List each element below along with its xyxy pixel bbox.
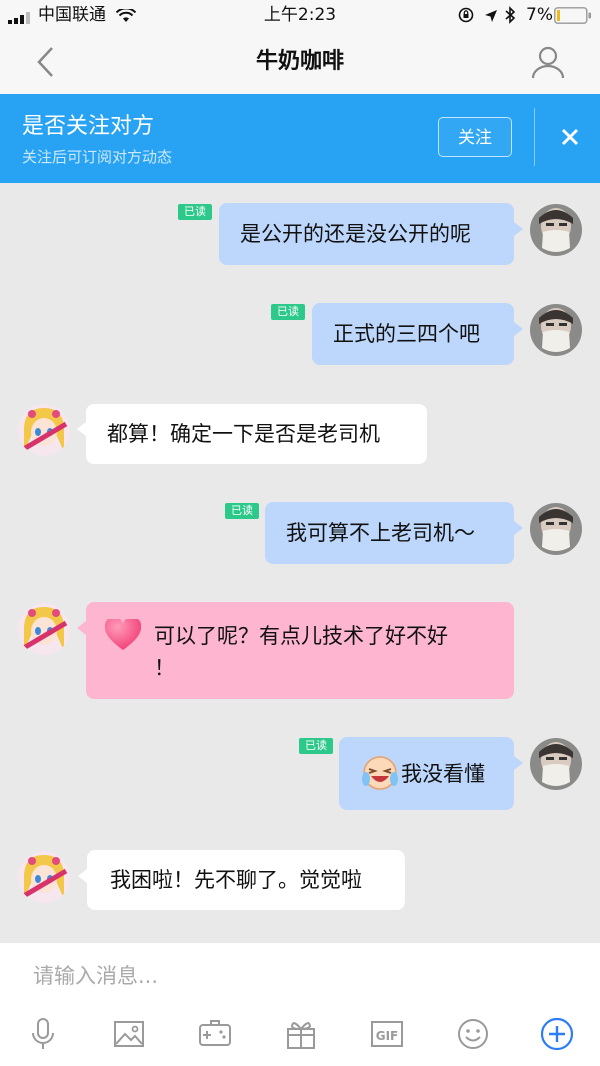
message-bubble-me[interactable]: 正式的三四个吧 — [312, 303, 514, 365]
message-bubble-special[interactable]: 可以了呢？有点儿技术了好不好 ！ — [86, 602, 514, 699]
banner-subtitle: 关注后可订阅对方动态 — [22, 148, 173, 166]
message-bubble-me[interactable]: 是公开的还是没公开的呢 — [219, 203, 514, 265]
contact-avatar[interactable] — [18, 851, 70, 903]
image-icon[interactable] — [111, 1016, 147, 1052]
chat-title: 牛奶咖啡 — [255, 49, 344, 74]
my-avatar[interactable] — [530, 204, 582, 256]
emoji-icon[interactable] — [455, 1016, 491, 1052]
message-bubble-me[interactable]: 我可算不上老司机～ — [265, 502, 514, 564]
nav-bar: 牛奶咖啡 — [0, 30, 600, 95]
user-icon — [531, 46, 565, 79]
read-badge: 已读 — [178, 204, 212, 220]
status-bar: 中国联通 上午2:23 7% — [0, 0, 600, 30]
rotation-lock-icon — [458, 7, 474, 27]
laughing-crying-emoji-icon — [361, 755, 399, 796]
message-text-line: ！ — [154, 656, 175, 680]
game-icon[interactable] — [197, 1016, 233, 1052]
bubble-tail — [77, 422, 86, 436]
my-avatar[interactable] — [530, 503, 582, 555]
heart-icon — [104, 616, 142, 656]
banner-close-button[interactable] — [558, 125, 582, 149]
message-bubble-other[interactable]: 我困啦！先不聊了。觉觉啦 — [87, 850, 405, 910]
svg-text:GIF: GIF — [376, 1029, 399, 1043]
banner-title: 是否关注对方 — [22, 114, 155, 139]
banner-divider — [534, 108, 535, 166]
follow-button[interactable]: 关注 — [438, 117, 512, 157]
gift-icon[interactable] — [283, 1016, 319, 1052]
profile-button[interactable] — [530, 44, 566, 80]
read-badge: 已读 — [299, 738, 333, 754]
bubble-tail — [514, 756, 523, 770]
message-input[interactable]: 请输入消息... — [33, 960, 158, 990]
battery-icon — [554, 7, 592, 28]
my-avatar[interactable] — [530, 304, 582, 356]
bubble-tail — [514, 222, 523, 236]
bubble-tail — [78, 869, 87, 883]
contact-avatar[interactable] — [18, 603, 70, 655]
message-text: 我没看懂 — [401, 762, 485, 786]
read-badge: 已读 — [271, 304, 305, 320]
microphone-icon[interactable] — [25, 1016, 61, 1052]
bluetooth-icon — [504, 6, 516, 28]
read-badge: 已读 — [225, 503, 259, 519]
message-bubble-other[interactable]: 都算！确定一下是否是老司机 — [86, 404, 427, 464]
plus-icon[interactable] — [539, 1016, 575, 1052]
contact-avatar[interactable] — [18, 404, 70, 456]
location-icon — [484, 8, 498, 27]
close-icon — [561, 128, 579, 146]
battery-percent: 7% — [526, 5, 553, 25]
gif-icon[interactable]: GIF — [369, 1016, 405, 1052]
message-text-line: 可以了呢？有点儿技术了好不好 — [154, 624, 448, 648]
message-bubble-me[interactable]: 我没看懂 — [339, 737, 514, 810]
my-avatar[interactable] — [530, 738, 582, 790]
bubble-tail — [514, 521, 523, 535]
bubble-tail — [77, 621, 86, 635]
bubble-tail — [514, 322, 523, 336]
